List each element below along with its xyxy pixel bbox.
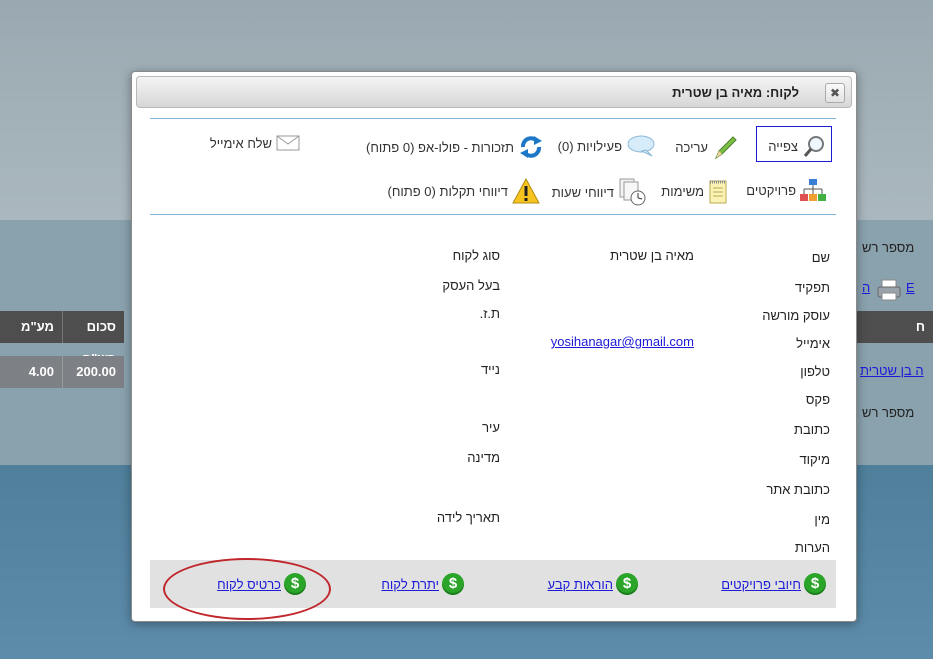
background-link-2[interactable]: E: [906, 280, 915, 295]
projects-button[interactable]: פרויקטים: [746, 178, 826, 202]
time-reports-button[interactable]: דיווחי שעות: [552, 178, 646, 206]
zip-label: מיקוד: [799, 452, 830, 467]
envelope-icon: [276, 135, 300, 151]
address-label: כתובת: [794, 422, 830, 437]
fax-label: פקס: [805, 392, 830, 407]
website-label: כתובת אתר: [766, 482, 830, 497]
gender-label: מין: [814, 512, 830, 527]
view-button[interactable]: צפייה: [768, 134, 826, 158]
reminders-link[interactable]: תזכורות - פולו-אפ (0 פתוח): [366, 140, 514, 155]
phone-label: טלפון: [800, 364, 830, 379]
record-number-label-2: מספר רש: [862, 405, 915, 420]
project-charges-button[interactable]: $ חיובי פרויקטים: [721, 573, 826, 595]
speech-bubble-icon: [627, 135, 655, 157]
licensed-dealer-label: עוסק מורשה: [762, 308, 830, 323]
customer-row-link[interactable]: ה בן שטרית: [860, 363, 924, 378]
name-value: מאיה בן שטרית: [610, 248, 694, 263]
bug-reports-link[interactable]: דיווחי תקלות (0 פתוח): [388, 184, 509, 199]
role-label: תפקיד: [794, 280, 830, 295]
clock-document-icon: [619, 178, 646, 206]
role-value: בעל העסק: [442, 278, 500, 293]
activities-button[interactable]: פעילויות (0): [558, 134, 656, 158]
notepad-icon: [709, 180, 727, 204]
table-cell-vat: 4.00: [0, 356, 62, 388]
warning-icon: [512, 178, 540, 204]
reminders-button[interactable]: תזכורות - פולו-אפ (0 פתוח): [366, 134, 544, 160]
tasks-button[interactable]: משימות: [661, 178, 728, 204]
customer-balance-button[interactable]: $ יתרת לקוח: [381, 573, 464, 595]
send-email-link[interactable]: שלח אימייל: [210, 136, 272, 151]
activities-link[interactable]: פעילויות (0): [558, 139, 622, 154]
customer-dialog: לקוח: מאיה בן שטרית ✖ צפייה עריכה פעילוי…: [131, 71, 857, 622]
refresh-icon: [520, 136, 542, 158]
column-header-right: ח: [857, 311, 933, 343]
toolbar-separator-top: [150, 118, 836, 119]
record-number-label: מספר רש: [862, 240, 915, 255]
id-label: ת.ז.: [479, 306, 500, 321]
mobile-label: נייד: [480, 362, 500, 377]
projects-link[interactable]: פרויקטים: [746, 183, 796, 198]
bug-reports-button[interactable]: דיווחי תקלות (0 פתוח): [388, 178, 541, 204]
dollar-icon: $: [616, 573, 638, 595]
close-button[interactable]: ✖: [825, 83, 845, 103]
birthdate-label: תאריך לידה: [436, 510, 500, 525]
email-label: אימייל: [796, 336, 830, 351]
email-value-link[interactable]: yosihanagar@gmail.com: [551, 334, 694, 349]
send-email-button[interactable]: שלח אימייל: [210, 134, 300, 152]
view-link[interactable]: צפייה: [768, 139, 798, 154]
toolbar-separator-bottom: [150, 214, 836, 215]
country-label: מדינה: [467, 450, 500, 465]
dialog-titlebar[interactable]: לקוח: מאיה בן שטרית ✖: [136, 76, 852, 108]
name-label: שם: [811, 250, 830, 265]
magnifier-icon: [803, 136, 824, 157]
print-icon[interactable]: [876, 278, 902, 302]
standing-orders-button[interactable]: $ הוראות קבע: [548, 573, 638, 595]
highlight-circle: [163, 558, 331, 620]
customer-balance-link[interactable]: יתרת לקוח: [381, 577, 439, 592]
background-link-1[interactable]: ה: [862, 280, 870, 295]
tasks-link[interactable]: משימות: [661, 184, 704, 199]
edit-button[interactable]: עריכה: [675, 134, 738, 160]
notes-label: הערות: [794, 540, 830, 555]
table-cell-sum: 200.00: [62, 356, 124, 388]
column-header-sum: סכום בש"ח: [62, 311, 124, 366]
standing-orders-link[interactable]: הוראות קבע: [548, 577, 613, 592]
org-chart-icon: [800, 179, 826, 201]
pencil-icon: [714, 136, 737, 160]
dollar-icon: $: [442, 573, 464, 595]
customer-type-label: סוג לקוח: [452, 248, 500, 263]
project-charges-link[interactable]: חיובי פרויקטים: [721, 577, 801, 592]
city-label: עיר: [482, 420, 500, 435]
edit-link[interactable]: עריכה: [675, 140, 708, 155]
dollar-icon: $: [804, 573, 826, 595]
dialog-title: לקוח: מאיה בן שטרית: [672, 85, 799, 100]
column-header-vat: מע"מ: [0, 311, 62, 343]
time-reports-link[interactable]: דיווחי שעות: [552, 185, 614, 200]
